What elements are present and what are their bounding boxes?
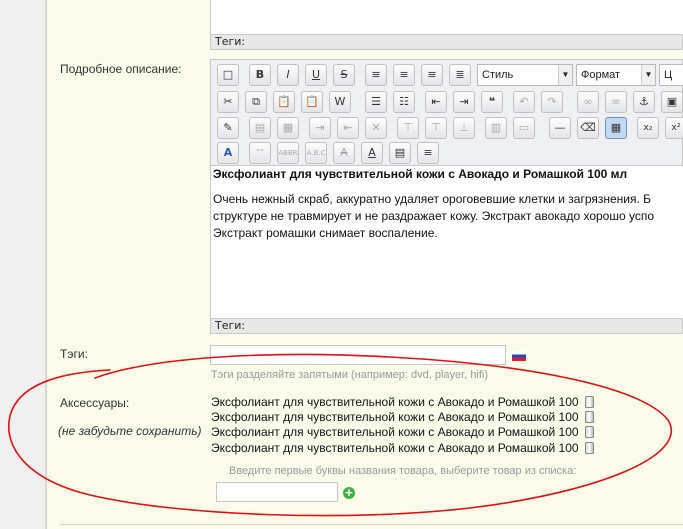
del-icon[interactable]: A bbox=[333, 142, 355, 164]
editor-content[interactable]: Эксфолиант для чувствительной кожи с Аво… bbox=[210, 166, 683, 318]
list-item: Эксфолиант для чувствительной кожи с Аво… bbox=[211, 441, 594, 455]
font-style-icon[interactable]: A bbox=[217, 142, 239, 164]
align-right-icon[interactable]: ≡ bbox=[421, 64, 443, 86]
abbr-icon[interactable]: ABBR bbox=[277, 142, 299, 164]
image-icon[interactable]: ▣ bbox=[661, 91, 683, 113]
delete-row-icon[interactable]: ⇤ bbox=[337, 117, 359, 139]
redo-icon[interactable]: ↷ bbox=[541, 91, 563, 113]
anchor-icon[interactable]: ⚓ bbox=[633, 91, 655, 113]
copy-icon[interactable]: ⧉ bbox=[245, 91, 267, 113]
divider bbox=[60, 524, 683, 525]
table-icon[interactable]: ▦ bbox=[605, 117, 627, 139]
insert-col-icon[interactable]: ⊤ bbox=[397, 117, 419, 139]
trash-icon[interactable] bbox=[584, 396, 594, 408]
status-bar-label: Теги: bbox=[215, 319, 246, 332]
accessory-name: Эксфолиант для чувствительной кожи с Аво… bbox=[211, 410, 579, 424]
trash-icon[interactable] bbox=[584, 411, 594, 423]
blockquote-icon[interactable]: ❝ bbox=[481, 91, 503, 113]
bulleted-list-icon[interactable]: ☰ bbox=[365, 91, 387, 113]
remove-row-icon[interactable]: ✕ bbox=[365, 117, 387, 139]
trash-icon[interactable] bbox=[584, 442, 594, 454]
strike-button[interactable]: S bbox=[333, 64, 355, 86]
table-props-icon[interactable]: ▦ bbox=[277, 117, 299, 139]
delete-col-icon[interactable]: ⊥ bbox=[453, 117, 475, 139]
visual-chars-icon[interactable]: ≡ bbox=[417, 142, 439, 164]
detailed-description-label: Подробное описание: bbox=[60, 62, 182, 76]
paragraph-line: Экстракт ромашки снимает воспаление. bbox=[213, 226, 438, 240]
merge-cells-icon[interactable]: ▭ bbox=[513, 117, 535, 139]
tags-input[interactable] bbox=[210, 345, 506, 365]
editor-toolbar: □ B I U S ≡ ≡ ≡ ≣ Стиль ▼ Формат ▼ Ц ✂ ⧉ 📋… bbox=[210, 59, 683, 166]
list-item: Эксфолиант для чувствительной кожи с Аво… bbox=[211, 395, 594, 409]
accessory-name: Эксфолиант для чувствительной кожи с Аво… bbox=[211, 425, 579, 439]
russian-flag-icon bbox=[512, 351, 526, 361]
content-heading: Эксфолиант для чувствительной кожи с Аво… bbox=[213, 167, 628, 181]
quote-icon[interactable]: “” bbox=[249, 142, 271, 164]
left-gutter bbox=[0, 0, 46, 529]
save-reminder: (не забудьте сохранить) bbox=[58, 424, 202, 438]
unlink-icon[interactable]: ∞ bbox=[605, 91, 627, 113]
eraser-icon[interactable]: ⌫ bbox=[577, 117, 599, 139]
format-select[interactable]: Формат ▼ bbox=[576, 64, 656, 86]
subscript-icon[interactable]: x₂ bbox=[637, 117, 659, 139]
outdent-icon[interactable]: ⇤ bbox=[425, 91, 447, 113]
new-page-icon[interactable]: □ bbox=[217, 64, 239, 86]
superscript-icon[interactable]: x² bbox=[665, 117, 683, 139]
accessory-search-input[interactable] bbox=[216, 482, 338, 502]
insert-col-after-icon[interactable]: ⊤ bbox=[425, 117, 447, 139]
tags-label: Тэги: bbox=[60, 347, 88, 361]
format-select-value: Формат bbox=[581, 69, 621, 81]
font-size-select[interactable]: Ц bbox=[659, 64, 683, 86]
underline-button[interactable]: U bbox=[305, 64, 327, 86]
add-icon[interactable]: + bbox=[343, 487, 355, 499]
accessory-name: Эксфолиант для чувствительной кожи с Аво… bbox=[211, 395, 579, 409]
content-paragraph: Очень нежный скраб, аккуратно удаляет ор… bbox=[213, 191, 683, 242]
accessory-name: Эксфолиант для чувствительной кожи с Аво… bbox=[211, 441, 579, 455]
paste-icon[interactable]: 📋 bbox=[273, 91, 295, 113]
insert-row-icon[interactable]: ⇥ bbox=[309, 117, 331, 139]
chevron-down-icon: ▼ bbox=[558, 65, 572, 85]
tags-hint: Тэги разделяйте запятыми (например: dvd,… bbox=[211, 369, 489, 381]
horizontal-rule-icon[interactable]: — bbox=[549, 117, 571, 139]
short-description-editor[interactable] bbox=[210, 0, 683, 34]
acronym-icon[interactable]: A.B.C bbox=[305, 142, 327, 164]
list-item: Эксфолиант для чувствительной кожи с Аво… bbox=[211, 410, 594, 424]
paragraph-line: Очень нежный скраб, аккуратно удаляет ор… bbox=[213, 192, 652, 206]
list-item: Эксфолиант для чувствительной кожи с Аво… bbox=[211, 425, 594, 439]
align-left-icon[interactable]: ≡ bbox=[365, 64, 387, 86]
accessory-search-hint: Введите первые буквы названия товара, вы… bbox=[229, 465, 577, 477]
paste-word-icon[interactable]: W bbox=[329, 91, 351, 113]
link-icon[interactable]: ∞ bbox=[577, 91, 599, 113]
italic-button[interactable]: I bbox=[277, 64, 299, 86]
paste-text-icon[interactable]: 📋 bbox=[301, 91, 323, 113]
edit-icon[interactable]: ✎ bbox=[217, 117, 239, 139]
align-justify-icon[interactable]: ≣ bbox=[449, 64, 471, 86]
style-select[interactable]: Стиль ▼ bbox=[477, 64, 573, 86]
status-bar-label: Теги: bbox=[215, 35, 246, 48]
table-row-icon[interactable]: ▤ bbox=[249, 117, 271, 139]
style-select-value: Стиль bbox=[482, 69, 514, 81]
font-size-select-value: Ц bbox=[664, 69, 673, 81]
bold-button[interactable]: B bbox=[249, 64, 271, 86]
paragraph-line: структуре не травмирует и не раздражает … bbox=[213, 209, 655, 223]
numbered-list-icon[interactable]: ☷ bbox=[393, 91, 415, 113]
attributes-icon[interactable]: ▤ bbox=[389, 142, 411, 164]
editor-status-bar: Теги: bbox=[210, 34, 683, 50]
chevron-down-icon: ▼ bbox=[641, 65, 655, 85]
indent-icon[interactable]: ⇥ bbox=[453, 91, 475, 113]
ins-icon[interactable]: A bbox=[361, 142, 383, 164]
accessories-label: Аксессуары: bbox=[60, 396, 130, 410]
align-center-icon[interactable]: ≡ bbox=[393, 64, 415, 86]
cut-icon[interactable]: ✂ bbox=[217, 91, 239, 113]
split-cells-icon[interactable]: ▥ bbox=[485, 117, 507, 139]
undo-icon[interactable]: ↶ bbox=[513, 91, 535, 113]
editor-status-bar: Теги: bbox=[210, 318, 683, 334]
trash-icon[interactable] bbox=[584, 426, 594, 438]
